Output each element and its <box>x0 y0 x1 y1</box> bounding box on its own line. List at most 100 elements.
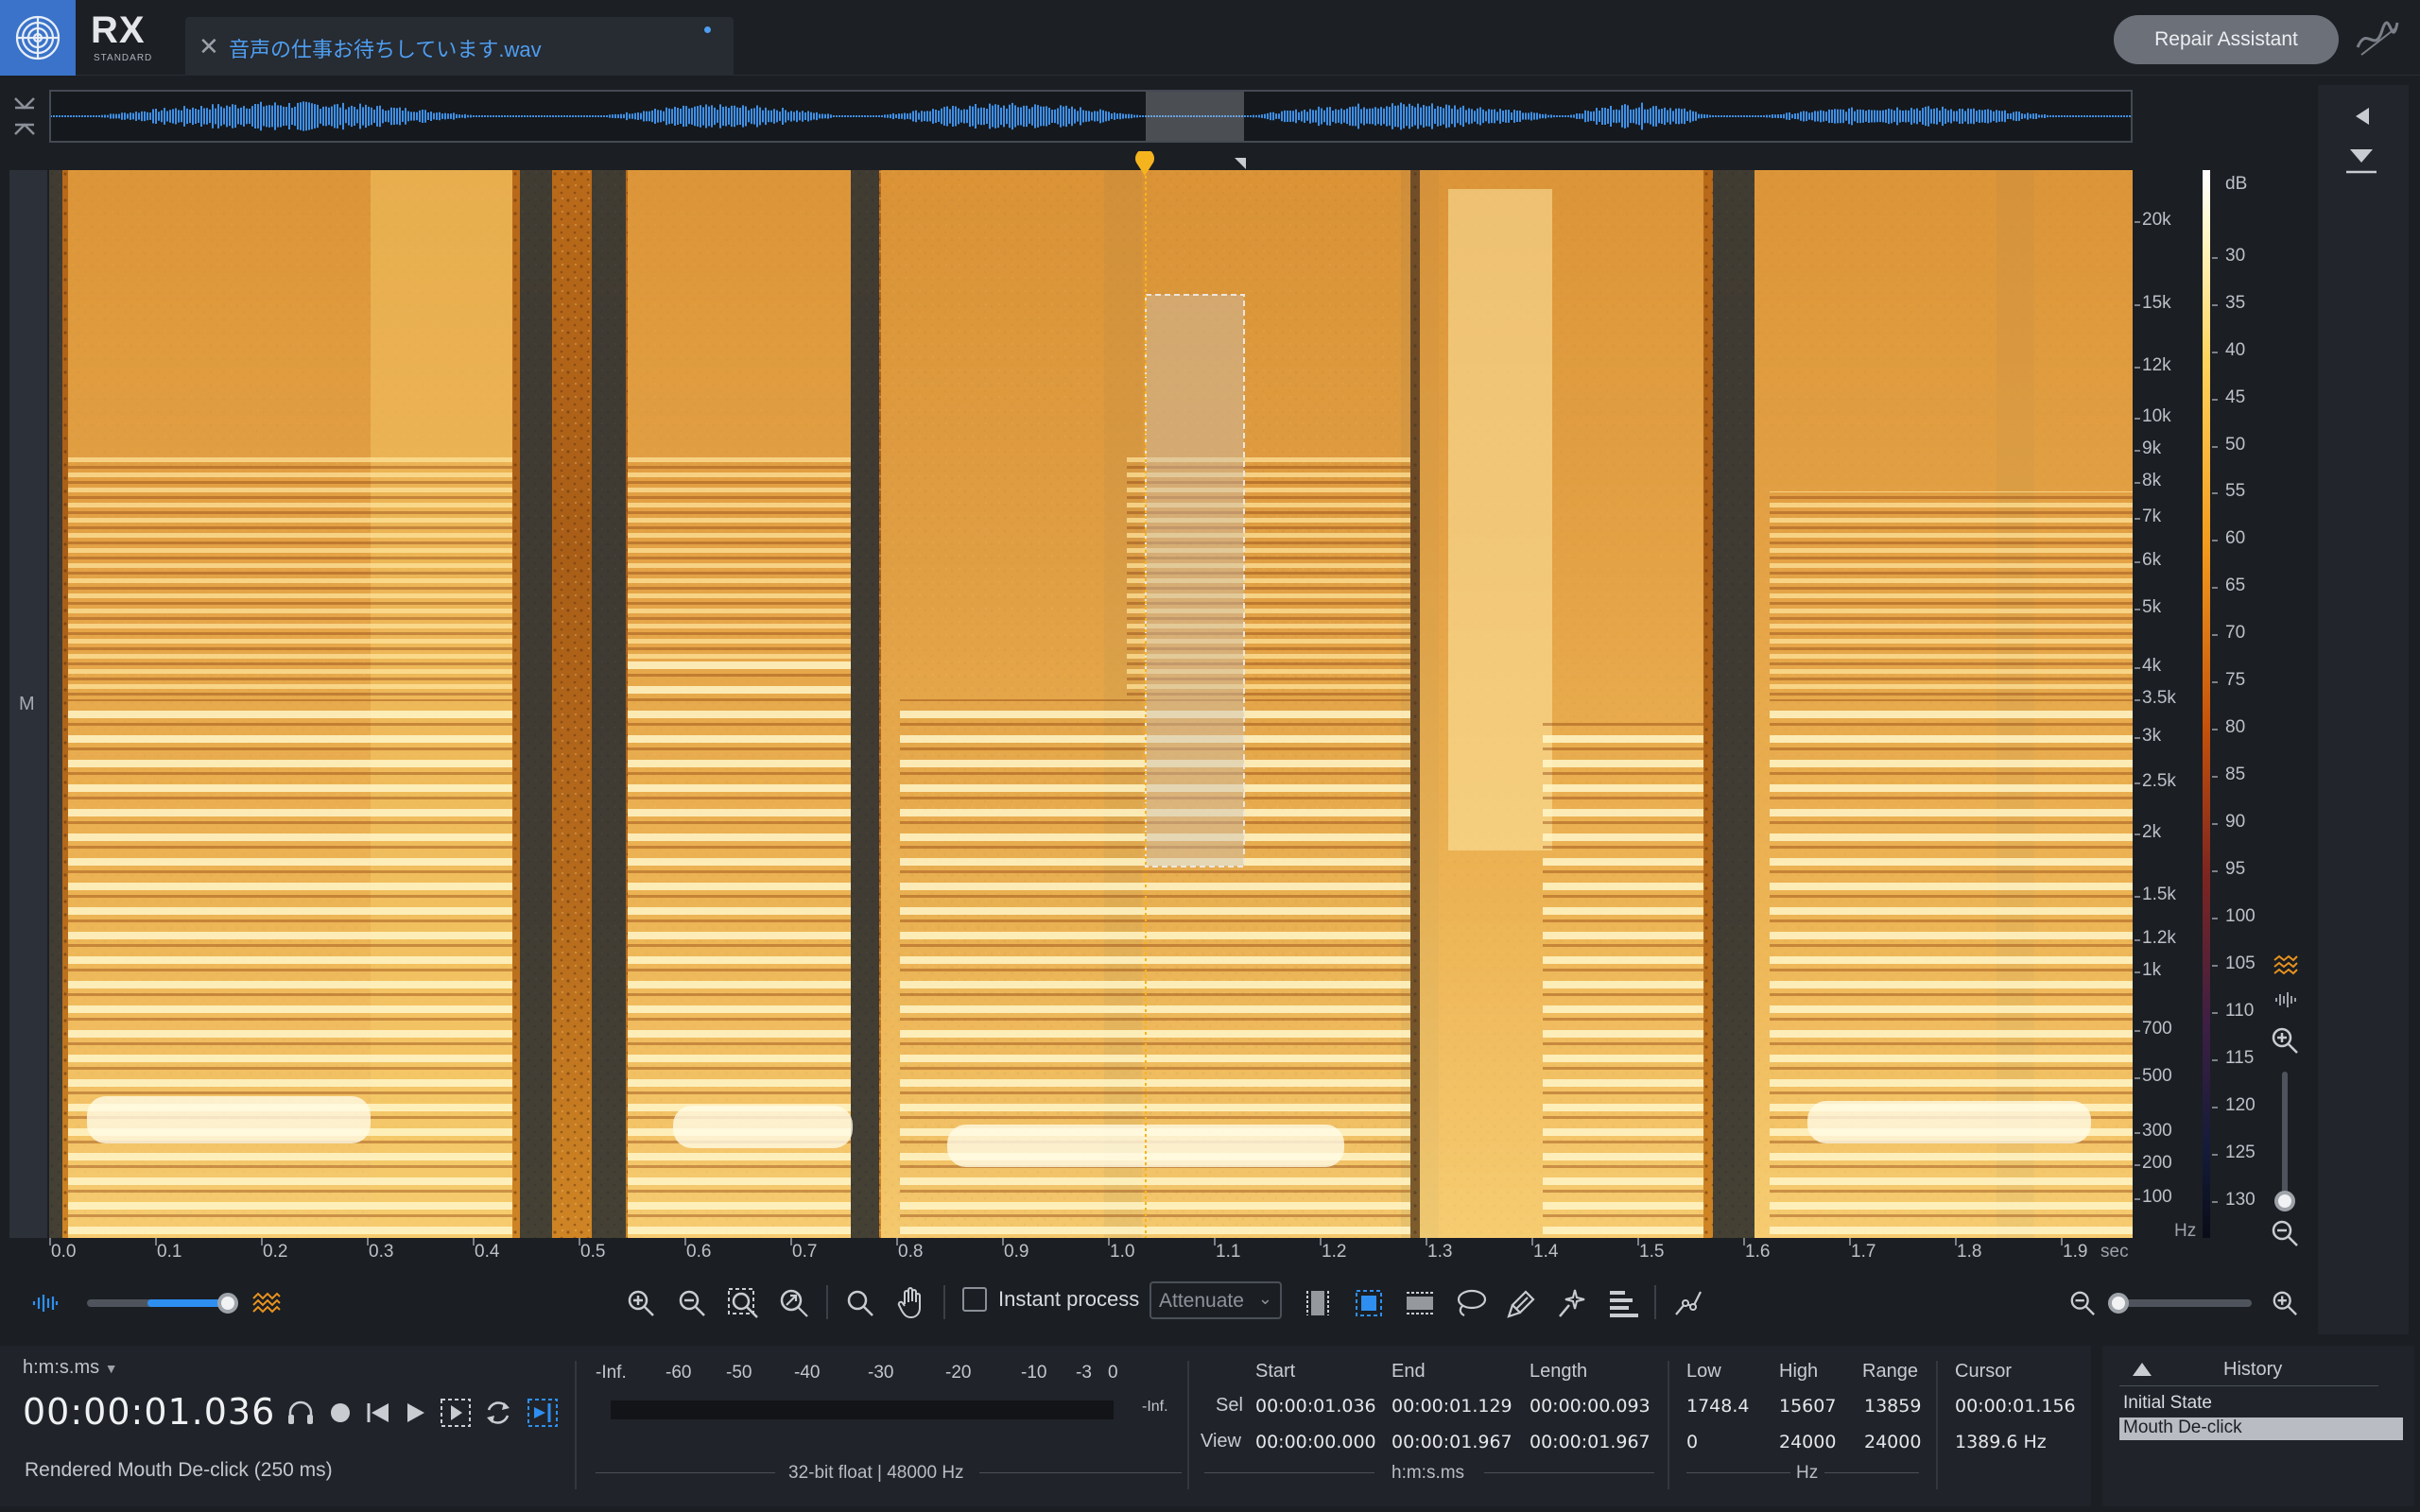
app-name: RX <box>91 9 146 51</box>
skip-back-icon[interactable] <box>361 1397 395 1429</box>
magic-wand-icon[interactable] <box>1554 1283 1592 1323</box>
time-label: 1.3 <box>1427 1242 1453 1262</box>
harmonic-selection-icon[interactable] <box>1605 1283 1643 1323</box>
meter-label: -Inf. <box>596 1363 627 1383</box>
zoom-out-icon[interactable] <box>673 1283 711 1323</box>
column-header-low: Low <box>1686 1361 1721 1382</box>
play-selection-icon[interactable] <box>437 1397 475 1429</box>
audio-format: 32-bit float | 48000 Hz <box>788 1463 964 1483</box>
freq-label: 2.5k <box>2142 771 2176 791</box>
time-selection-tool-icon[interactable] <box>1299 1283 1337 1323</box>
time-label: 0.1 <box>157 1242 182 1262</box>
time-label: 1.8 <box>1957 1242 1982 1262</box>
follow-playhead-icon[interactable] <box>524 1397 562 1429</box>
sel-low-value[interactable]: 1748.4 <box>1686 1396 1749 1417</box>
time-format-dropdown[interactable]: h:m:s.ms ▼ <box>23 1357 118 1379</box>
db-label: 125 <box>2225 1143 2256 1162</box>
close-icon[interactable]: ✕ <box>199 32 219 61</box>
freq-label: 3k <box>2142 726 2162 746</box>
file-tab[interactable]: ✕ 音声の仕事お待ちしています.wav <box>185 17 734 76</box>
vertical-zoom-thumb[interactable] <box>2274 1191 2295 1211</box>
vertical-zoom-slider[interactable] <box>2282 1072 2288 1200</box>
frequency-unit: Hz <box>2174 1221 2197 1241</box>
view-low-value[interactable]: 0 <box>1686 1432 1698 1452</box>
history-item-mouth-de-click[interactable]: Mouth De-click <box>2119 1418 2403 1440</box>
waveform-opacity-icon[interactable] <box>28 1283 62 1323</box>
divider <box>2119 1385 2378 1386</box>
waveform-mode-icon[interactable] <box>2274 990 2297 1014</box>
repair-assistant-button[interactable]: Repair Assistant <box>2114 15 2339 64</box>
time-frequency-selection-tool-icon[interactable] <box>1350 1283 1388 1323</box>
cursor-time-value: 00:00:01.156 <box>1955 1396 2076 1417</box>
collapse-down-icon[interactable] <box>2344 147 2378 180</box>
horizontal-zoom-slider[interactable] <box>2112 1299 2252 1307</box>
freq-label: 6k <box>2142 550 2162 570</box>
selection-end-marker-icon[interactable] <box>1235 157 1246 174</box>
history-collapse-icon[interactable] <box>2131 1361 2153 1383</box>
play-icon[interactable] <box>399 1397 433 1429</box>
spectrogram-mode-icon[interactable] <box>2273 954 2299 980</box>
view-length-value[interactable]: 00:00:01.967 <box>1530 1432 1651 1452</box>
frequency-selection-tool-icon[interactable] <box>1401 1283 1439 1323</box>
divider <box>1686 1472 1790 1473</box>
db-color-scale <box>2203 170 2210 1238</box>
divider <box>1668 1361 1669 1489</box>
history-title: History <box>2223 1359 2283 1380</box>
spectrogram-view[interactable] <box>49 170 2133 1238</box>
cursor-header: Cursor <box>1955 1361 2013 1382</box>
db-label: 115 <box>2225 1048 2255 1068</box>
freq-label: 5k <box>2142 597 2162 617</box>
headphones-icon[interactable] <box>284 1397 318 1429</box>
brush-tool-icon[interactable] <box>1503 1283 1541 1323</box>
view-end-value[interactable]: 00:00:01.967 <box>1392 1432 1512 1452</box>
db-label: 60 <box>2225 528 2246 548</box>
time-label: 0.0 <box>51 1242 77 1262</box>
view-high-value[interactable]: 24000 <box>1779 1432 1836 1452</box>
collapse-overview-icon[interactable] <box>13 94 36 143</box>
db-label: 50 <box>2225 435 2246 455</box>
view-start-value[interactable]: 00:00:00.000 <box>1255 1432 1376 1452</box>
freq-label: 3.5k <box>2142 688 2176 708</box>
time-label: 0.8 <box>898 1242 924 1262</box>
gain-envelope-icon[interactable] <box>1669 1283 1707 1323</box>
time-label: 1.1 <box>1216 1242 1241 1262</box>
hand-tool-icon[interactable] <box>892 1283 930 1323</box>
expand-panel-icon[interactable] <box>2352 106 2371 131</box>
zoom-in-horizontal-icon[interactable] <box>2269 1283 2301 1323</box>
column-header-range: Range <box>1862 1361 1918 1382</box>
view-range-value[interactable]: 24000 <box>1864 1432 1921 1452</box>
freq-label: 10k <box>2142 406 2171 426</box>
sel-high-value[interactable]: 15607 <box>1779 1396 1836 1417</box>
zoom-out-vertical-icon[interactable] <box>2271 1219 2299 1252</box>
freq-label: 20k <box>2142 210 2171 230</box>
channel-label: M <box>19 694 35 714</box>
playhead-marker-icon[interactable] <box>1134 148 1155 180</box>
lasso-tool-icon[interactable] <box>1452 1283 1490 1323</box>
loop-icon[interactable] <box>480 1397 516 1429</box>
blend-slider-thumb[interactable] <box>217 1293 238 1314</box>
spectrogram-opacity-icon[interactable] <box>248 1283 285 1323</box>
zoom-in-icon[interactable] <box>622 1283 660 1323</box>
record-icon[interactable] <box>323 1397 357 1429</box>
zoom-fit-icon[interactable] <box>775 1283 813 1323</box>
process-mode-dropdown[interactable]: Attenuate ⌄ <box>1150 1281 1282 1319</box>
current-time-display: 00:00:01.036 <box>23 1391 276 1433</box>
zoom-tool-icon[interactable] <box>841 1283 879 1323</box>
file-tab-name: 音声の仕事お待ちしています.wav <box>229 38 542 61</box>
freq-label: 1k <box>2142 960 2162 980</box>
sel-start-value[interactable]: 00:00:01.036 <box>1255 1396 1376 1417</box>
waveform-overview[interactable] <box>49 90 2133 143</box>
instant-process-checkbox[interactable] <box>962 1287 987 1312</box>
zoom-out-horizontal-icon[interactable] <box>2066 1283 2099 1323</box>
zoom-selection-icon[interactable] <box>724 1283 762 1323</box>
history-item-initial-state[interactable]: Initial State <box>2119 1393 2403 1416</box>
sel-end-value[interactable]: 00:00:01.129 <box>1392 1396 1512 1417</box>
izotope-logo-icon[interactable] <box>0 0 76 76</box>
zoom-in-vertical-icon[interactable] <box>2271 1026 2299 1059</box>
sel-length-value[interactable]: 00:00:00.093 <box>1530 1396 1651 1417</box>
divider <box>1204 1472 1374 1473</box>
sel-range-value[interactable]: 13859 <box>1864 1396 1921 1417</box>
freq-label: 200 <box>2142 1153 2172 1173</box>
overview-waveform-path <box>51 101 2131 131</box>
horizontal-zoom-thumb[interactable] <box>2108 1293 2129 1314</box>
